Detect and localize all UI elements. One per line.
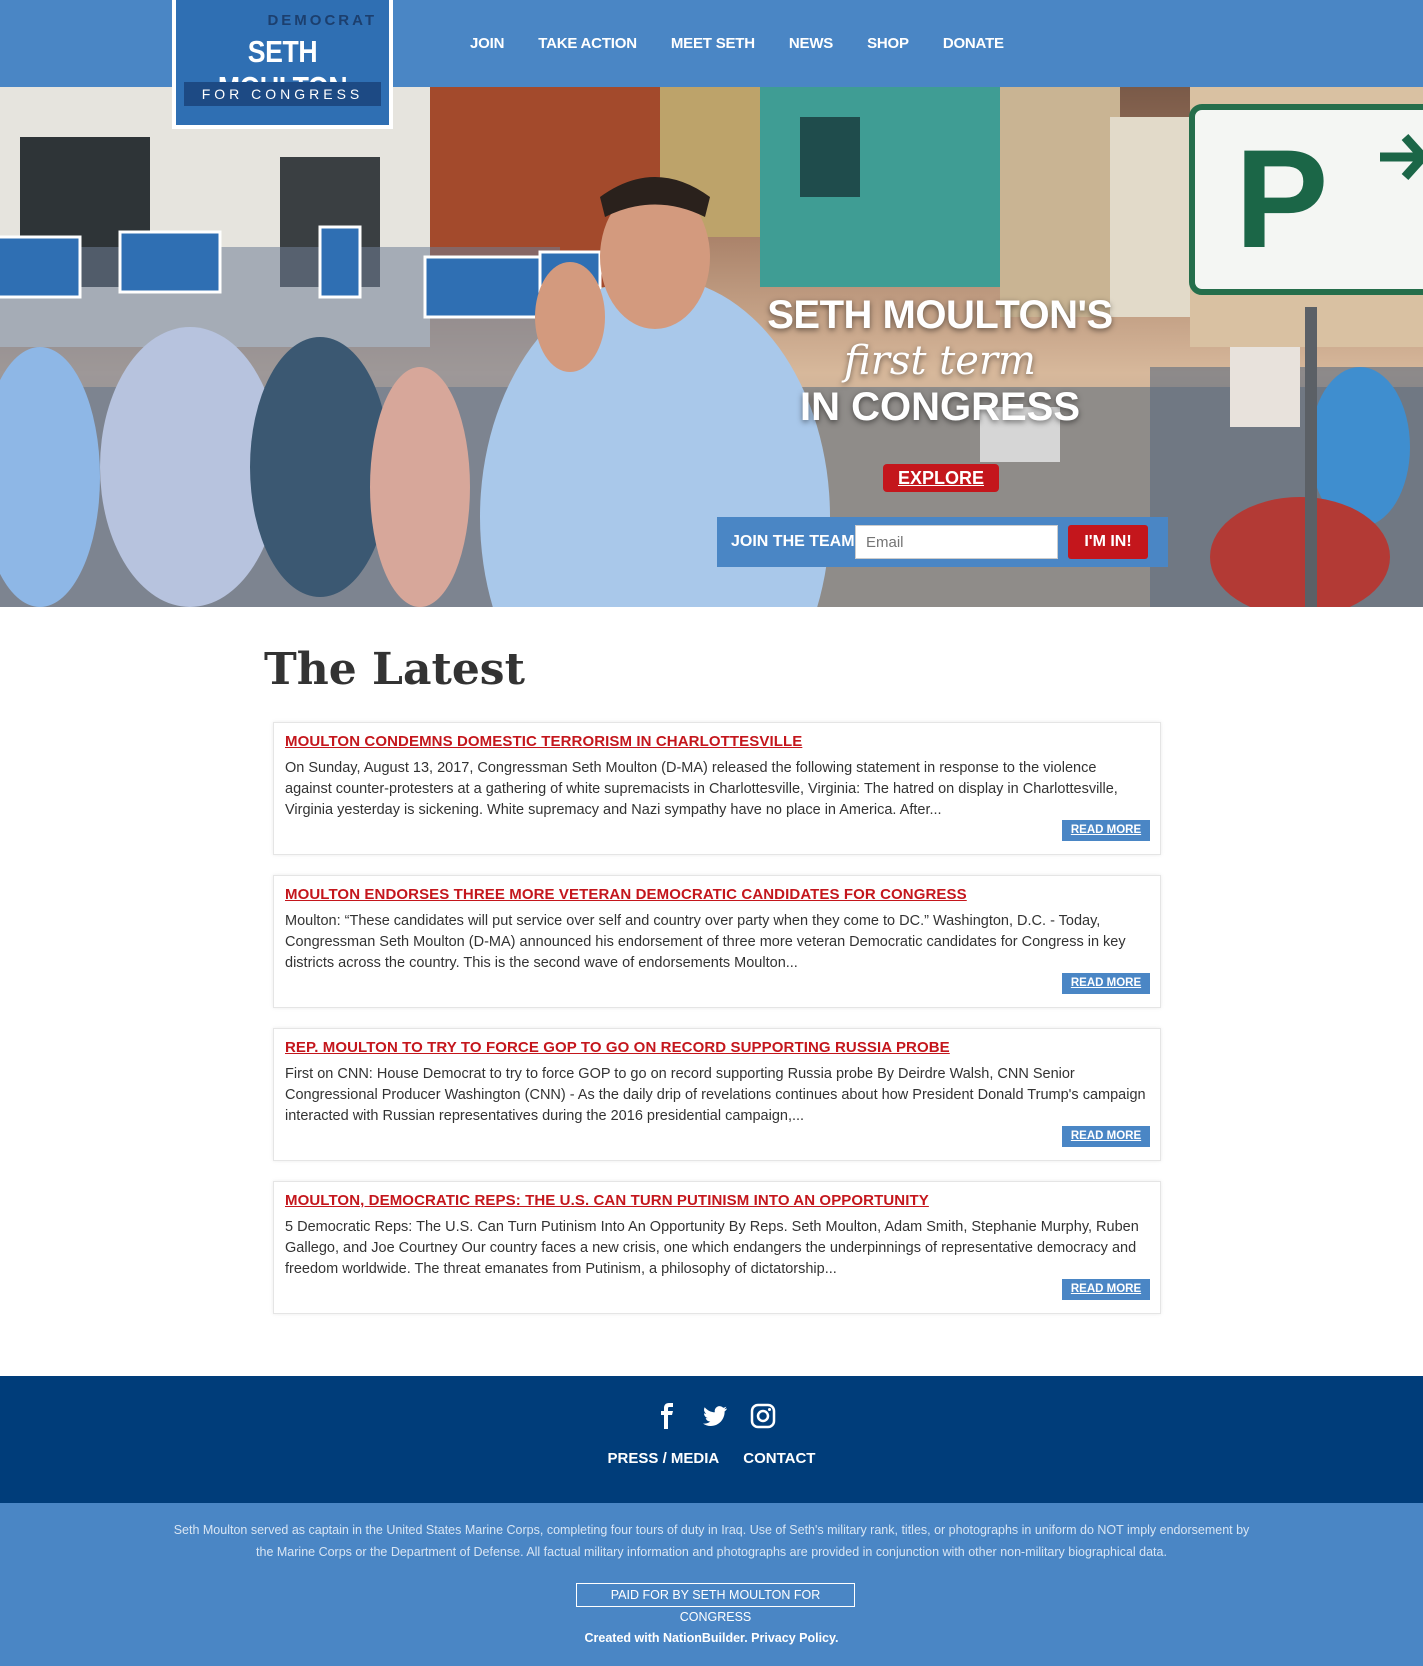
read-more-button[interactable]: READ MORE (1062, 973, 1150, 994)
latest-section-title: The Latest (264, 644, 525, 695)
instagram-icon[interactable] (750, 1403, 776, 1429)
svg-text:P: P (1235, 120, 1328, 277)
facebook-icon[interactable] (654, 1403, 680, 1429)
read-more-button[interactable]: READ MORE (1062, 1126, 1150, 1147)
news-card: MOULTON ENDORSES THREE MORE VETERAN DEMO… (273, 875, 1161, 1008)
site-logo[interactable]: DEMOCRAT SETH MOULTON FOR CONGRESS (172, 0, 393, 129)
join-team-form: JOIN THE TEAM I'M IN! (717, 517, 1168, 567)
paid-for-notice: PAID FOR BY SETH MOULTON FOR CONGRESS (576, 1583, 855, 1624)
logo-party: DEMOCRAT (267, 12, 377, 29)
news-headline[interactable]: MOULTON CONDEMNS DOMESTIC TERRORISM IN C… (285, 733, 802, 750)
created-with-link[interactable]: Created with NationBuilder. Privacy Poli… (0, 1631, 1423, 1645)
news-card: MOULTON, DEMOCRATIC REPS: THE U.S. CAN T… (273, 1181, 1161, 1314)
read-more-button[interactable]: READ MORE (1062, 1279, 1150, 1300)
footer-links: PRESS / MEDIA CONTACT (0, 1450, 1423, 1467)
social-links (654, 1403, 776, 1429)
nav-take-action[interactable]: TAKE ACTION (538, 35, 637, 52)
news-headline[interactable]: MOULTON, DEMOCRATIC REPS: THE U.S. CAN T… (285, 1192, 929, 1209)
footer-bottom: Seth Moulton served as captain in the Un… (0, 1503, 1423, 1666)
footer-top: PRESS / MEDIA CONTACT (0, 1376, 1423, 1503)
news-headline[interactable]: REP. MOULTON TO TRY TO FORCE GOP TO GO O… (285, 1039, 950, 1056)
nav-shop[interactable]: SHOP (867, 35, 909, 52)
news-excerpt: 5 Democratic Reps: The U.S. Can Turn Put… (285, 1219, 1139, 1277)
twitter-icon[interactable] (702, 1403, 728, 1429)
hero-title-line1: SETH MOULTON'S (767, 293, 1113, 337)
contact-link[interactable]: CONTACT (743, 1450, 815, 1467)
hero-banner: P SETH MOULTON'S first term IN CONGRESS … (0, 87, 1423, 607)
logo-panel: DEMOCRAT SETH MOULTON (176, 0, 389, 105)
news-excerpt: First on CNN: House Democrat to try to f… (285, 1066, 1146, 1124)
nav-news[interactable]: NEWS (789, 35, 833, 52)
press-media-link[interactable]: PRESS / MEDIA (608, 1450, 720, 1467)
logo-for-congress: FOR CONGRESS (201, 86, 364, 102)
join-team-label: JOIN THE TEAM (731, 533, 855, 550)
im-in-button[interactable]: I'M IN! (1068, 525, 1148, 559)
military-disclaimer: Seth Moulton served as captain in the Un… (173, 1523, 1250, 1559)
nav-donate[interactable]: DONATE (943, 35, 1004, 52)
read-more-button[interactable]: READ MORE (1062, 820, 1150, 841)
news-card: MOULTON CONDEMNS DOMESTIC TERRORISM IN C… (273, 722, 1161, 855)
news-excerpt: Moulton: “These candidates will put serv… (285, 913, 1126, 971)
email-field[interactable] (855, 525, 1058, 559)
logo-subline: FOR CONGRESS (184, 82, 381, 106)
news-card: REP. MOULTON TO TRY TO FORCE GOP TO GO O… (273, 1028, 1161, 1161)
news-excerpt: On Sunday, August 13, 2017, Congressman … (285, 760, 1118, 818)
main-nav: JOIN TAKE ACTION MEET SETH NEWS SHOP DON… (470, 0, 1004, 87)
hero-photo: P (0, 87, 1423, 607)
nav-meet-seth[interactable]: MEET SETH (671, 35, 755, 52)
nav-join[interactable]: JOIN (470, 35, 504, 52)
explore-button[interactable]: EXPLORE (883, 464, 999, 492)
hero-title-line2: first term (844, 338, 1036, 384)
news-headline[interactable]: MOULTON ENDORSES THREE MORE VETERAN DEMO… (285, 886, 967, 903)
hero-title-line3: IN CONGRESS (799, 385, 1081, 429)
hero-headline: SETH MOULTON'S first term IN CONGRESS (740, 292, 1140, 430)
